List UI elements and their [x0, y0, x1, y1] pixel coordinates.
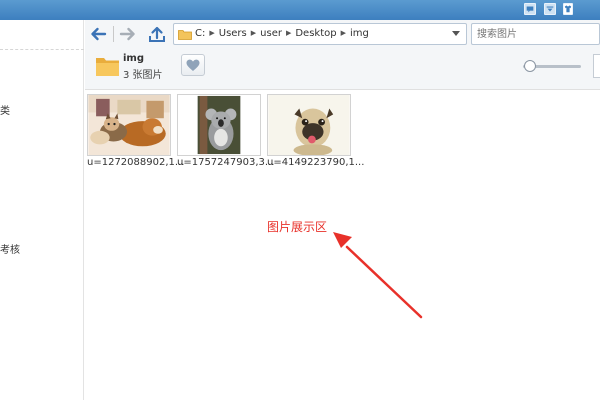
favorite-button[interactable]	[181, 54, 205, 76]
image-display-area: u=1272088902,1... u=1757247903,3... u=41…	[85, 91, 600, 400]
breadcrumb-item[interactable]: Desktop	[295, 28, 336, 39]
shirt-icon[interactable]	[563, 3, 573, 15]
nav-divider	[113, 26, 114, 42]
folder-name: img	[123, 53, 145, 64]
toolbar: C:▶Users▶user▶Desktop▶img img 3 张图片	[85, 20, 600, 90]
chevron-right-icon: ▶	[340, 29, 346, 37]
chevron-right-icon: ▶	[285, 29, 292, 37]
chevron-right-icon: ▶	[209, 29, 215, 37]
chevron-down-icon[interactable]	[452, 31, 460, 37]
sidebar-item-category[interactable]: 类	[0, 102, 10, 117]
title-bar	[0, 0, 600, 20]
sidebar-header	[0, 20, 84, 50]
breadcrumb-item[interactable]: Users	[219, 28, 247, 39]
search-input[interactable]	[472, 24, 599, 44]
breadcrumb-item[interactable]: C:	[195, 28, 205, 39]
breadcrumb-item[interactable]: user	[260, 28, 282, 39]
search-box[interactable]	[471, 23, 600, 45]
file-name[interactable]: u=1757247903,3...	[177, 157, 274, 168]
cat-and-dog-photo	[88, 95, 170, 155]
zoom-slider[interactable]	[523, 60, 581, 72]
chevron-right-icon: ▶	[250, 29, 257, 37]
back-arrow-icon[interactable]	[88, 25, 108, 43]
file-thumbnail[interactable]	[267, 94, 351, 156]
address-bar[interactable]: C: ▶ Users ▶ user ▶ Desktop ▶ img	[173, 23, 467, 45]
dropdown-icon[interactable]	[544, 3, 556, 15]
view-mode-button[interactable]	[593, 54, 600, 78]
file-thumbnail[interactable]	[87, 94, 171, 156]
upload-icon[interactable]	[147, 25, 167, 43]
sidebar: 类 考核	[0, 20, 84, 400]
pug-photo	[268, 95, 350, 155]
breadcrumb-item[interactable]: img	[350, 28, 369, 39]
image-count: 3 张图片	[123, 70, 163, 81]
zoom-handle[interactable]	[524, 60, 536, 72]
file-name[interactable]: u=4149223790,1...	[267, 157, 364, 168]
folder-icon	[178, 30, 192, 40]
annotation-arrow	[333, 232, 423, 319]
heart-icon	[186, 59, 200, 71]
forward-arrow-icon[interactable]	[118, 25, 138, 43]
comment-icon[interactable]	[524, 3, 536, 15]
file-thumbnail[interactable]	[177, 94, 261, 156]
file-name[interactable]: u=1272088902,1...	[87, 157, 184, 168]
koala-photo	[178, 95, 260, 155]
breadcrumb: C: ▶ Users ▶ user ▶ Desktop ▶ img	[195, 28, 369, 39]
sidebar-item-assessment[interactable]: 考核	[0, 241, 20, 256]
folder-icon	[96, 58, 119, 76]
annotation-label: 图片展示区	[267, 220, 328, 234]
